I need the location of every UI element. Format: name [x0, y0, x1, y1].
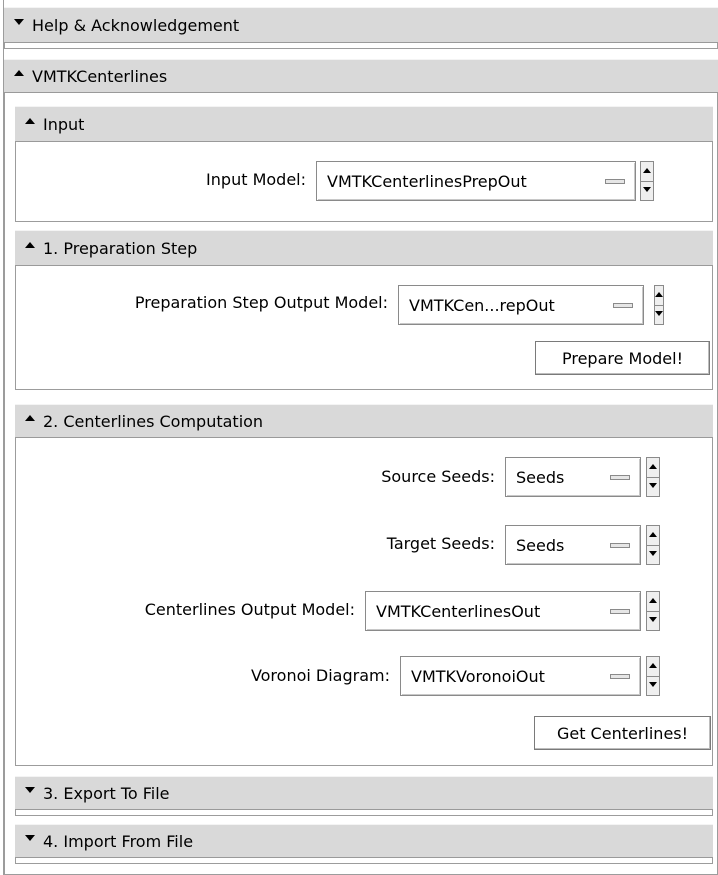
spinner-up-icon[interactable] — [647, 657, 659, 677]
vmtk-module-panel: Help & Acknowledgement VMTKCenterlines I… — [0, 0, 718, 875]
centerlines-output-value: VMTKCenterlinesOut — [376, 601, 541, 621]
spinner-up-icon[interactable] — [647, 458, 659, 478]
collapse-arrow-icon — [25, 415, 35, 421]
input-model-select[interactable]: VMTKCenterlinesPrepOut — [316, 161, 636, 201]
expand-arrow-icon — [14, 19, 24, 25]
input-model-label: Input Model: — [206, 170, 306, 189]
get-centerlines-button[interactable]: Get Centerlines! — [534, 716, 711, 750]
prep-section-title: 1. Preparation Step — [43, 238, 198, 258]
import-section-frame — [15, 858, 713, 864]
export-section-title: 3. Export To File — [43, 783, 170, 803]
target-seeds-label: Target Seeds: — [386, 534, 495, 553]
centerlines-section-header[interactable]: 2. Centerlines Computation — [15, 404, 713, 438]
centerlines-output-label: Centerlines Output Model: — [144, 600, 355, 619]
prep-section-header[interactable]: 1. Preparation Step — [15, 230, 713, 266]
help-section-title: Help & Acknowledgement — [32, 15, 240, 35]
source-seeds-select[interactable]: Seeds — [505, 457, 641, 497]
prep-output-value: VMTKCen...repOut — [409, 295, 555, 315]
spinner-down-icon[interactable] — [655, 305, 663, 324]
input-model-value: VMTKCenterlinesPrepOut — [327, 171, 527, 191]
target-seeds-spinner[interactable] — [646, 525, 660, 565]
export-section-header[interactable]: 3. Export To File — [15, 776, 713, 810]
input-section-title: Input — [43, 114, 85, 134]
dropdown-indicator-icon — [610, 609, 630, 614]
target-seeds-select[interactable]: Seeds — [505, 525, 641, 565]
import-section-header[interactable]: 4. Import From File — [15, 824, 713, 858]
collapse-arrow-icon — [25, 242, 35, 248]
source-seeds-spinner[interactable] — [646, 457, 660, 497]
input-section-header[interactable]: Input — [15, 106, 713, 142]
voronoi-diagram-label: Voronoi Diagram: — [250, 666, 390, 685]
module-section-title: VMTKCenterlines — [32, 66, 168, 86]
collapse-arrow-icon — [25, 118, 35, 124]
spinner-down-icon[interactable] — [647, 611, 659, 630]
module-section-header[interactable]: VMTKCenterlines — [4, 59, 718, 93]
collapse-arrow-icon — [14, 70, 24, 76]
target-seeds-value: Seeds — [516, 535, 565, 555]
dropdown-indicator-icon — [605, 179, 625, 184]
centerlines-section-title: 2. Centerlines Computation — [43, 411, 264, 431]
expand-arrow-icon — [25, 835, 35, 841]
spinner-down-icon[interactable] — [647, 676, 659, 695]
centerlines-output-select[interactable]: VMTKCenterlinesOut — [365, 591, 641, 631]
help-section-header[interactable]: Help & Acknowledgement — [4, 7, 718, 43]
voronoi-diagram-value: VMTKVoronoiOut — [411, 666, 545, 686]
spinner-up-icon[interactable] — [641, 162, 653, 182]
dropdown-indicator-icon — [610, 543, 630, 548]
expand-arrow-icon — [25, 787, 35, 793]
voronoi-diagram-spinner[interactable] — [646, 656, 660, 696]
dropdown-indicator-icon — [613, 303, 633, 308]
dropdown-indicator-icon — [610, 475, 630, 480]
spinner-down-icon[interactable] — [641, 181, 653, 200]
export-section-frame — [15, 810, 713, 816]
help-section-frame — [4, 43, 718, 49]
spinner-down-icon[interactable] — [647, 545, 659, 564]
prepare-model-button[interactable]: Prepare Model! — [535, 341, 710, 375]
spinner-up-icon[interactable] — [647, 592, 659, 612]
spinner-up-icon[interactable] — [655, 286, 663, 306]
spinner-down-icon[interactable] — [647, 477, 659, 496]
import-section-title: 4. Import From File — [43, 831, 194, 851]
centerlines-output-spinner[interactable] — [646, 591, 660, 631]
dropdown-indicator-icon — [610, 674, 630, 679]
prep-output-select[interactable]: VMTKCen...repOut — [398, 285, 644, 325]
spinner-up-icon[interactable] — [647, 526, 659, 546]
prep-output-label: Preparation Step Output Model: — [134, 293, 388, 312]
prep-output-spinner[interactable] — [654, 285, 664, 325]
voronoi-diagram-select[interactable]: VMTKVoronoiOut — [400, 656, 641, 696]
source-seeds-label: Source Seeds: — [381, 467, 495, 486]
source-seeds-value: Seeds — [516, 467, 565, 487]
input-model-spinner[interactable] — [640, 161, 654, 201]
